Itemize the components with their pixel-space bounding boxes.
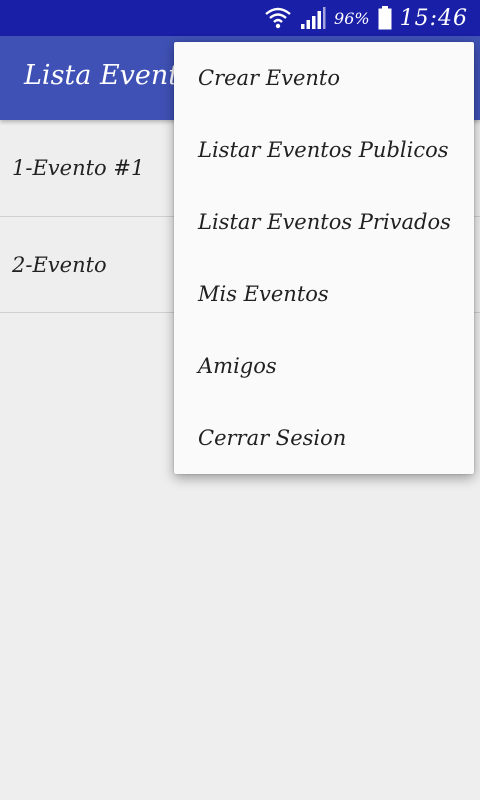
clock-time: 15:46: [399, 5, 468, 31]
menu-item-listar-eventos-publicos[interactable]: Listar Eventos Publicos: [174, 114, 474, 186]
battery-icon: [378, 6, 392, 30]
menu-item-mis-eventos[interactable]: Mis Eventos: [174, 258, 474, 330]
battery-percent: 96%: [334, 8, 370, 28]
status-bar: 96% 15:46: [0, 0, 480, 36]
menu-item-cerrar-sesion[interactable]: Cerrar Sesion: [174, 402, 474, 474]
signal-icon: [300, 6, 326, 30]
menu-item-amigos[interactable]: Amigos: [174, 330, 474, 402]
wifi-icon: [264, 5, 292, 31]
menu-item-listar-eventos-privados[interactable]: Listar Eventos Privados: [174, 186, 474, 258]
status-icons: 96% 15:46: [264, 0, 468, 36]
menu-item-crear-evento[interactable]: Crear Evento: [174, 42, 474, 114]
overflow-menu: Crear Evento Listar Eventos Publicos Lis…: [174, 42, 474, 474]
